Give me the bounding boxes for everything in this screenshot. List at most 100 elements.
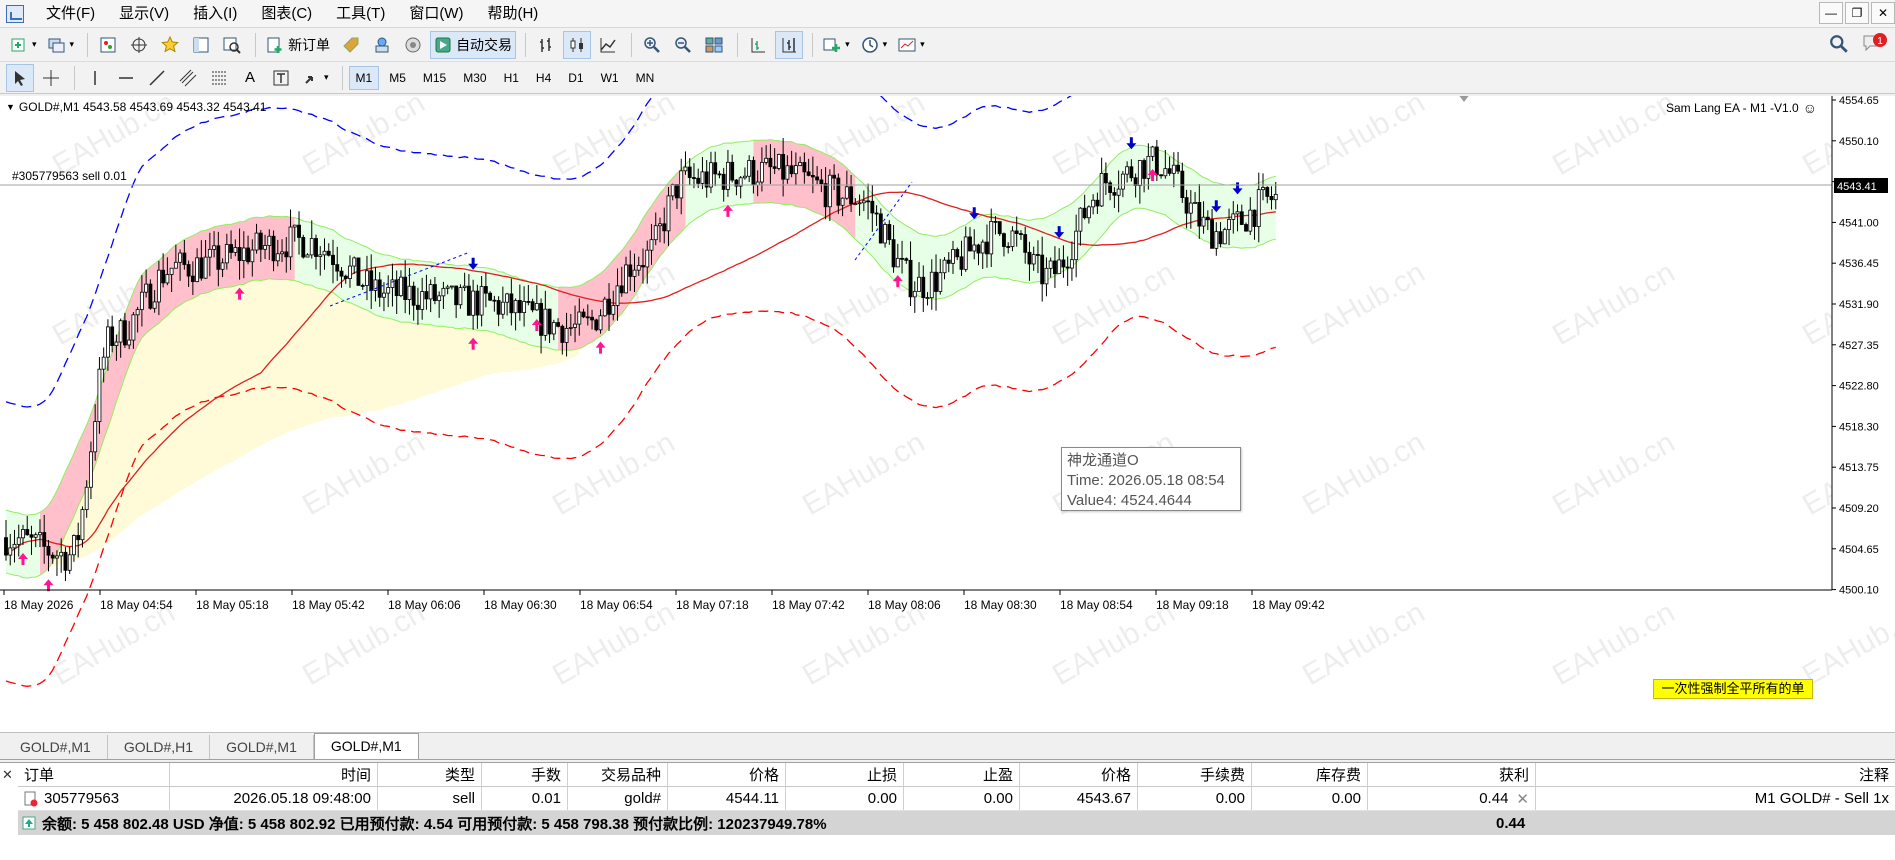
chart-shift-button[interactable] <box>744 31 772 59</box>
navigator-button[interactable] <box>156 31 184 59</box>
timeframe-w1[interactable]: W1 <box>594 66 626 90</box>
timeframe-m5[interactable]: M5 <box>382 66 413 90</box>
candle-body <box>730 161 735 181</box>
candle-body <box>212 245 217 250</box>
candle-body <box>267 235 272 246</box>
trendline-button[interactable] <box>143 64 171 92</box>
col-open-price[interactable]: 价格 <box>668 763 786 786</box>
candle-body <box>360 285 365 287</box>
market-watch-button[interactable] <box>94 31 122 59</box>
candle-body <box>636 265 641 271</box>
autoscroll-button[interactable] <box>775 30 804 59</box>
market-button[interactable] <box>368 31 396 59</box>
fibonacci-button[interactable] <box>205 64 233 92</box>
candle-body <box>619 285 624 294</box>
line-chart-button[interactable] <box>594 31 622 59</box>
timeframe-m1[interactable]: M1 <box>348 65 380 90</box>
vps-button[interactable] <box>399 31 427 59</box>
col-order[interactable]: 订单 <box>18 763 170 786</box>
tester-button[interactable] <box>218 31 246 59</box>
new-chart-button[interactable]: ▾ <box>6 31 41 59</box>
chart-tab-1[interactable]: GOLD#,M1 <box>4 735 108 759</box>
periods-button[interactable]: ▾ <box>857 31 892 59</box>
tile-windows-button[interactable] <box>700 31 728 59</box>
candle-body <box>1116 188 1121 196</box>
chart-tab-4[interactable]: GOLD#,M1 <box>313 733 419 759</box>
col-price[interactable]: 价格 <box>1020 763 1138 786</box>
restore-button[interactable]: ❐ <box>1845 2 1869 24</box>
collapse-triangle-icon[interactable]: ▼ <box>6 102 15 112</box>
col-sl[interactable]: 止损 <box>786 763 904 786</box>
new-order-button[interactable]: 新订单 <box>262 31 334 59</box>
order-profit-cell: 0.44 ✕ <box>1368 787 1536 810</box>
col-tp[interactable]: 止盈 <box>904 763 1020 786</box>
candle-body <box>895 257 900 268</box>
horizontal-line-button[interactable] <box>112 64 140 92</box>
chart-tab-3[interactable]: GOLD#,M1 <box>210 735 314 759</box>
close-button[interactable]: ✕ <box>1871 2 1895 24</box>
close-order-icon[interactable]: ✕ <box>1516 790 1529 808</box>
profiles-button[interactable]: ▾ <box>44 31 79 59</box>
candle-body <box>615 285 620 306</box>
templates-button[interactable]: ▾ <box>894 31 929 59</box>
col-type[interactable]: 类型 <box>378 763 482 786</box>
close-all-button[interactable]: 一次性强制全平所有的单 <box>1653 679 1813 699</box>
col-profit[interactable]: 获利 <box>1368 763 1536 786</box>
minimize-button[interactable]: — <box>1819 2 1843 24</box>
crosshair-button[interactable] <box>37 64 65 92</box>
auto-trading-button[interactable]: 自动交易 <box>430 30 517 59</box>
col-time[interactable]: 时间 <box>170 763 378 786</box>
data-window-button[interactable] <box>125 31 153 59</box>
candle-body <box>500 301 505 315</box>
menu-charts[interactable]: 图表(C) <box>249 0 324 28</box>
timeframe-mn[interactable]: MN <box>629 66 662 90</box>
candle-body <box>1053 260 1057 275</box>
candle-body <box>233 247 238 253</box>
chart-shift-marker[interactable] <box>1458 96 1470 102</box>
timeframe-h1[interactable]: H1 <box>497 66 526 90</box>
channel-zone-green-2 <box>685 140 754 228</box>
col-symbol[interactable]: 交易品种 <box>568 763 668 786</box>
price-tick-label: 4541.00 <box>1839 217 1879 229</box>
bar-chart-button[interactable] <box>532 31 560 59</box>
order-row[interactable]: 305779563 2026.05.18 09:48:00 sell 0.01 … <box>18 787 1895 811</box>
price-chart[interactable]: EAHub.cn EAHub.cn EAHub.cn EAHub.cn EAHub.cn… <box>0 96 1895 732</box>
col-swap[interactable]: 库存费 <box>1252 763 1368 786</box>
candle-body <box>861 200 866 204</box>
zoom-out-button[interactable] <box>669 31 697 59</box>
candle-body <box>878 213 883 244</box>
chart-canvas[interactable]: EAHub.cn EAHub.cn EAHub.cn EAHub.cn EAHub.cn… <box>0 96 1895 732</box>
channel-button[interactable] <box>174 64 202 92</box>
vertical-line-button[interactable] <box>81 64 109 92</box>
candle-body <box>131 314 136 341</box>
col-commission[interactable]: 手续费 <box>1138 763 1252 786</box>
timeframe-d1[interactable]: D1 <box>561 66 590 90</box>
terminal-button[interactable] <box>187 31 215 59</box>
terminal-close-icon[interactable]: ✕ <box>2 767 13 783</box>
menu-insert[interactable]: 插入(I) <box>181 0 249 28</box>
timeframe-m30[interactable]: M30 <box>456 66 493 90</box>
search-icon[interactable] <box>1829 34 1849 57</box>
cursor-button[interactable] <box>6 63 34 92</box>
text-button[interactable]: A <box>236 64 264 92</box>
candle-body <box>12 543 17 549</box>
timeframe-m15[interactable]: M15 <box>416 66 453 90</box>
col-volume[interactable]: 手数 <box>482 763 568 786</box>
chart-tab-2[interactable]: GOLD#,H1 <box>108 735 211 759</box>
indicators-button[interactable]: ▾ <box>819 31 854 59</box>
menu-tools[interactable]: 工具(T) <box>324 0 397 28</box>
menu-window[interactable]: 窗口(W) <box>397 0 475 28</box>
col-comment[interactable]: 注释 <box>1536 763 1895 786</box>
candle-body <box>1120 173 1125 190</box>
candlestick-button[interactable] <box>563 30 592 59</box>
menu-view[interactable]: 显示(V) <box>107 0 181 28</box>
menu-help[interactable]: 帮助(H) <box>475 0 550 28</box>
zoom-in-button[interactable] <box>638 31 666 59</box>
menu-file[interactable]: 文件(F) <box>34 0 107 28</box>
timeframe-h4[interactable]: H4 <box>529 66 558 90</box>
notification-icon[interactable]: 1 <box>1861 32 1887 59</box>
time-tick-label: 18 May 08:06 <box>868 598 941 612</box>
signals-button[interactable] <box>337 31 365 59</box>
arrows-button[interactable]: ▾ <box>298 64 333 92</box>
text-label-button[interactable] <box>267 64 295 92</box>
